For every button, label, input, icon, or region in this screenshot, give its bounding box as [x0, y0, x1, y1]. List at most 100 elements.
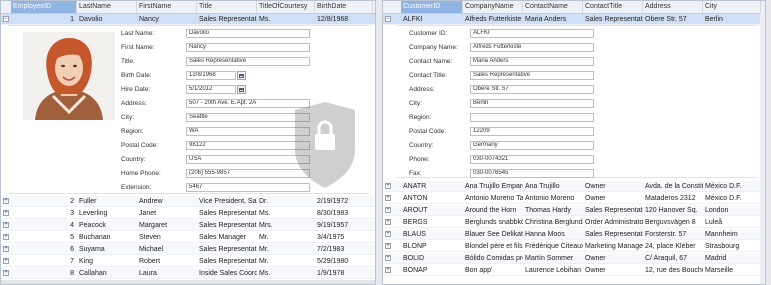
postal-code-field[interactable]: 12209	[470, 127, 594, 136]
column-header-contactname[interactable]: ContactName	[523, 1, 583, 13]
cell-city: México D.F.	[705, 195, 742, 202]
expand-icon[interactable]: +	[385, 255, 391, 261]
contact-title-field[interactable]: Sales Representative	[470, 71, 594, 80]
column-header-birthdate[interactable]: BirthDate	[315, 1, 373, 13]
fax-field[interactable]: 030-0076545	[470, 169, 594, 178]
expand-icon[interactable]: +	[385, 195, 391, 201]
table-row[interactable]: + ANATR Ana Trujillo Empare Ana Trujillo…	[383, 181, 765, 192]
expand-icon[interactable]: +	[3, 222, 9, 228]
expand-icon[interactable]: +	[3, 198, 9, 204]
cell-city: Marseille	[705, 267, 734, 274]
extension-field[interactable]: 5467	[186, 183, 310, 192]
table-row[interactable]: + 4 Peacock Margaret Sales Representativ…	[1, 220, 375, 231]
cell-lastname: King	[79, 258, 94, 265]
label-first-name: First Name:	[121, 44, 155, 51]
column-header-firstname[interactable]: FirstName	[137, 1, 197, 13]
expand-icon[interactable]: +	[385, 243, 391, 249]
collapse-icon[interactable]: −	[3, 16, 9, 22]
table-row[interactable]: + 7 King Robert Sales Representativ Mr. …	[1, 256, 375, 267]
hire-date-field[interactable]: 5/1/2012	[186, 85, 236, 94]
expand-icon[interactable]: +	[385, 219, 391, 225]
cell-address: Berguvsvägen 8	[645, 219, 696, 226]
cell-city: México D.F.	[705, 183, 742, 190]
customer-id-field[interactable]: ALFKI	[470, 29, 594, 38]
column-header-title[interactable]: Title	[197, 1, 257, 13]
expand-icon[interactable]: +	[3, 234, 9, 240]
expand-icon[interactable]: +	[385, 207, 391, 213]
calendar-icon[interactable]	[237, 85, 246, 94]
table-row[interactable]: + BOLID Bólido Comidas pre Martín Sommer…	[383, 253, 765, 264]
phone-field[interactable]: 030-0074321	[470, 155, 594, 164]
cell-contactname: Thomas Hardy	[525, 207, 571, 214]
table-row-selected[interactable]: − ALFKI Alfreds Futterkiste Maria Anders…	[383, 14, 765, 25]
expand-icon[interactable]: +	[3, 210, 9, 216]
expand-icon[interactable]: +	[3, 258, 9, 264]
table-row[interactable]: + BLAUS Blauer See Delikate Hanna Moos S…	[383, 229, 765, 240]
home-phone-field[interactable]: (206) 555-9857	[186, 169, 310, 178]
cell-birthdate: 7/2/1983	[317, 246, 345, 253]
horizontal-scrollbar[interactable]	[1, 280, 375, 284]
postal-code-field[interactable]: 98122	[186, 141, 310, 150]
address-field[interactable]: Obere Str. 57	[470, 85, 594, 94]
column-header-companyname[interactable]: CompanyName	[463, 1, 523, 13]
first-name-field[interactable]: Nancy	[186, 43, 310, 52]
cell-address: Mataderos 2312	[645, 195, 696, 202]
table-row[interactable]: + 5 Buchanan Steven Sales Manager Mr. 3/…	[1, 232, 375, 243]
table-row[interactable]: + BERGS Berglunds snabbköp Christina Ber…	[383, 217, 765, 228]
column-header-employeeid[interactable]: EmployeeID	[11, 1, 77, 13]
column-header-city[interactable]: City	[703, 1, 761, 13]
last-name-field[interactable]: Davolio	[186, 29, 310, 38]
city-field[interactable]: Seattle	[186, 113, 310, 122]
cell-firstname: Janet	[139, 210, 157, 217]
region-field[interactable]	[470, 113, 594, 122]
expand-icon[interactable]: +	[3, 270, 9, 276]
title-field[interactable]: Sales Representative	[186, 57, 310, 66]
vertical-scrollbar[interactable]	[760, 13, 765, 284]
column-header-customerid[interactable]: CustomerID	[401, 1, 463, 13]
expand-icon[interactable]: +	[385, 267, 391, 273]
collapse-icon[interactable]: −	[385, 16, 391, 22]
cell-title: Inside Sales Coordi	[199, 270, 257, 277]
cell-titleofcourtesy: Mr.	[259, 234, 269, 241]
label-contact-name: Contact Name:	[409, 58, 453, 65]
contact-name-field[interactable]: Maria Anders	[470, 57, 594, 66]
cell-employeeid: 2	[70, 198, 74, 205]
cell-contactname: Maria Anders	[525, 16, 567, 23]
table-row[interactable]: + AROUT Around the Horn Thomas Hardy Sal…	[383, 205, 765, 216]
employees-header-row: EmployeeID LastName FirstName Title Titl…	[1, 1, 375, 14]
table-row[interactable]: + 6 Suyama Michael Sales Representativ M…	[1, 244, 375, 255]
table-row[interactable]: + 8 Callahan Laura Inside Sales Coordi M…	[1, 268, 375, 279]
calendar-icon[interactable]	[237, 71, 246, 80]
expand-icon[interactable]: +	[385, 183, 391, 189]
column-header-titleofcourtesy[interactable]: TitleOfCourtesy	[257, 1, 315, 13]
cell-customerid: BOLID	[403, 255, 425, 262]
table-row-selected[interactable]: − 1 Davolio Nancy Sales Representativ Ms…	[1, 14, 375, 25]
employee-detail-form: Last Name: Davolio First Name: Nancy Tit…	[9, 25, 369, 194]
cell-city: Luleå	[705, 219, 723, 226]
expand-icon[interactable]: +	[385, 231, 391, 237]
table-row[interactable]: + 2 Fuller Andrew Vice President, Sale D…	[1, 196, 375, 207]
table-row[interactable]: + ANTON Antonio Moreno Ta Antonio Moreno…	[383, 193, 765, 204]
country-field[interactable]: USA	[186, 155, 310, 164]
table-row[interactable]: + BLONP Blondel père et fils Frédérique …	[383, 241, 765, 252]
cell-birthdate: 12/8/1968	[317, 16, 349, 23]
address-field[interactable]: 507 - 20th Ave. E.Apt. 2A	[186, 99, 310, 108]
region-field[interactable]: WA	[186, 127, 310, 136]
cell-contacttitle: Sales Representativ	[585, 16, 643, 23]
expand-icon[interactable]: +	[3, 246, 9, 252]
city-field[interactable]: Berlin	[470, 99, 594, 108]
country-field[interactable]: Germany	[470, 141, 594, 150]
table-row[interactable]: + BONAP Bon app' Laurence Lebihan Owner …	[383, 265, 765, 276]
label-contact-title: Contact Title:	[409, 72, 447, 79]
column-header-contacttitle[interactable]: ContactTitle	[583, 1, 643, 13]
cell-address: 120 Hanover Sq.	[645, 207, 698, 214]
table-row[interactable]: + 3 Leverling Janet Sales Representativ …	[1, 208, 375, 219]
cell-contactname: Antonio Moreno	[525, 195, 575, 202]
cell-titleofcourtesy: Mr.	[259, 246, 269, 253]
birth-date-field[interactable]: 12/8/1968	[186, 71, 236, 80]
column-header-address[interactable]: Address	[643, 1, 703, 13]
company-name-field[interactable]: Alfreds Futterkiste	[470, 43, 594, 52]
cell-contacttitle: Owner	[585, 183, 606, 190]
cell-customerid: ALFKI	[403, 16, 423, 23]
column-header-lastname[interactable]: LastName	[77, 1, 137, 13]
